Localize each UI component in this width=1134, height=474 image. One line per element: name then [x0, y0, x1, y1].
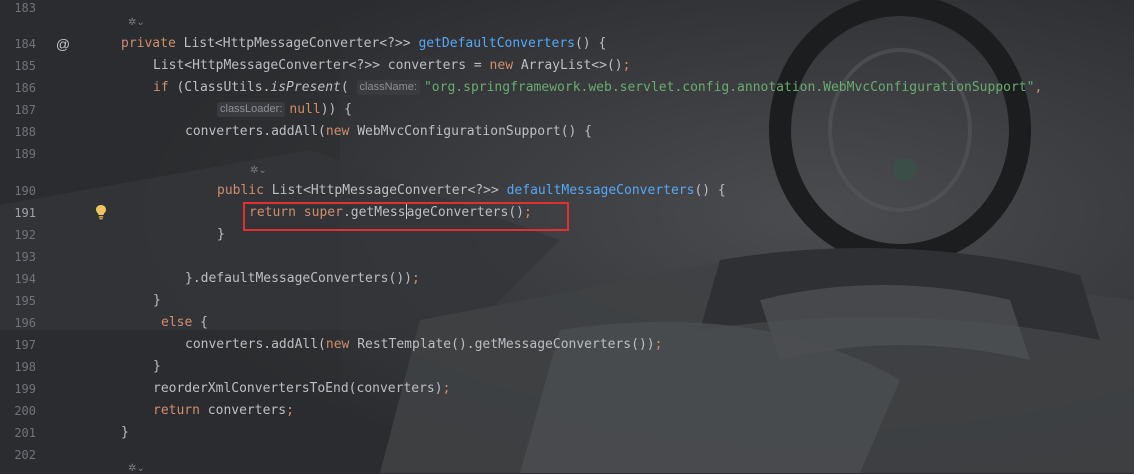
- code-line-200[interactable]: return converters;: [153, 400, 294, 422]
- code-text: () {: [694, 183, 726, 198]
- method-name: defaultMessageConverters: [506, 183, 695, 198]
- code-text: ArrayList<>(): [513, 58, 623, 73]
- code-line-201[interactable]: }: [121, 422, 129, 444]
- keyword: private: [121, 36, 176, 51]
- keyword: public: [217, 183, 264, 198]
- code-text: (: [340, 80, 357, 95]
- semicolon: ;: [622, 58, 631, 73]
- code-line-196[interactable]: else {: [161, 312, 208, 334]
- code-line-192[interactable]: }: [217, 224, 225, 246]
- keyword: new: [489, 58, 514, 73]
- code-line-197[interactable]: converters.addAll(new RestTemplate().get…: [185, 334, 662, 356]
- code-text: reorderXmlConvertersToEnd(converters): [153, 381, 443, 396]
- code-line-194[interactable]: }.defaultMessageConverters());: [185, 268, 420, 290]
- semicolon: ;: [654, 337, 663, 352]
- type-text: List<HttpMessageConverter<?>>: [183, 36, 419, 51]
- code-line-198[interactable]: }: [153, 356, 161, 378]
- parameter-hint: className:: [356, 80, 420, 95]
- code-line-188[interactable]: converters.addAll(new WebMvcConfiguratio…: [185, 121, 592, 143]
- keyword: else: [161, 315, 193, 330]
- highlight-box: [243, 202, 569, 231]
- code-line-199[interactable]: reorderXmlConvertersToEnd(converters);: [153, 378, 450, 400]
- code-text: }.defaultMessageConverters()): [185, 271, 412, 286]
- code-line-187[interactable]: classLoader: null)) {: [217, 99, 352, 121]
- code-line-190[interactable]: public List<HttpMessageConverter<?>> def…: [217, 180, 726, 202]
- code-text: converters.addAll(: [185, 124, 326, 139]
- keyword: new: [325, 124, 350, 139]
- code-text: List<HttpMessageConverter<?>> converters…: [153, 58, 490, 73]
- code-text: )) {: [320, 102, 352, 117]
- string-literal: "org.springframework.web.servlet.config.…: [423, 80, 1035, 95]
- method-name: isPresent: [270, 80, 341, 95]
- keyword: if: [153, 80, 169, 95]
- code-text: RestTemplate().getMessageConverters()): [349, 337, 655, 352]
- code-text: converters: [199, 403, 287, 418]
- code-line-184[interactable]: private List<HttpMessageConverter<?>> ge…: [121, 33, 606, 55]
- semicolon: ;: [411, 271, 420, 286]
- semicolon: ;: [286, 403, 294, 418]
- type-text: List<HttpMessageConverter<?>>: [263, 183, 507, 198]
- code-text: (ClassUtils.: [168, 80, 271, 95]
- comma: ,: [1034, 80, 1043, 95]
- method-name: getDefaultConverters: [418, 36, 575, 51]
- parameter-hint: classLoader:: [217, 102, 286, 117]
- semicolon: ;: [442, 381, 451, 396]
- code-text: () {: [574, 36, 607, 51]
- code-line-195[interactable]: }: [153, 290, 161, 312]
- code-text: WebMvcConfigurationSupport() {: [349, 124, 593, 139]
- code-line-186[interactable]: if (ClassUtils.isPresent( className: "org…: [153, 77, 1042, 99]
- code-text: converters.addAll(: [185, 337, 326, 352]
- keyword: return: [153, 403, 200, 418]
- code-editor[interactable]: 183 184 185 186 187 188 189 190 191 192 …: [0, 0, 1134, 474]
- keyword: null: [289, 102, 321, 117]
- code-text: {: [192, 315, 208, 330]
- code-area[interactable]: private List<HttpMessageConverter<?>> ge…: [0, 0, 1134, 473]
- code-line-185[interactable]: List<HttpMessageConverter<?>> converters…: [153, 55, 630, 77]
- keyword: new: [325, 337, 350, 352]
